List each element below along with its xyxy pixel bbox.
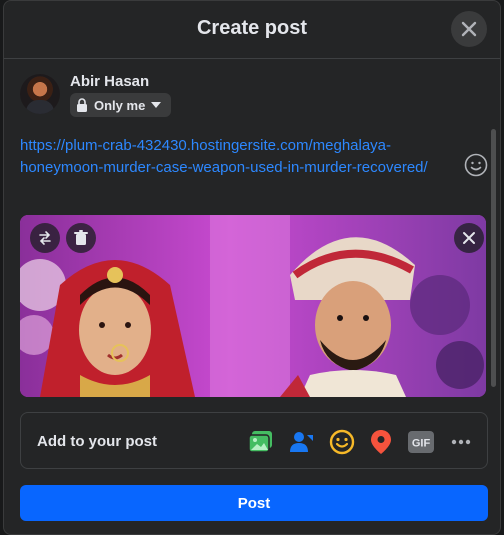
close-button[interactable]: [451, 11, 487, 47]
location-icon: [371, 430, 391, 454]
dialog-header: Create post: [4, 1, 500, 59]
privacy-selector-button[interactable]: Only me: [70, 93, 172, 117]
remove-preview-button[interactable]: [454, 223, 484, 253]
close-icon: [461, 21, 477, 37]
delete-button[interactable]: [66, 223, 96, 253]
avatar: [20, 74, 60, 114]
photo-video-button[interactable]: [246, 427, 276, 457]
tag-people-icon: [290, 432, 313, 452]
check-in-button[interactable]: [366, 427, 396, 457]
link-preview-image: [20, 215, 486, 397]
smiley-icon: [464, 153, 488, 177]
swap-icon: [39, 231, 51, 245]
feeling-activity-button[interactable]: [327, 427, 357, 457]
photo-video-icon: [248, 431, 272, 453]
add-to-post-bar: Add to your post GIF: [20, 412, 488, 469]
gif-icon: GIF: [408, 431, 434, 453]
feeling-icon: [329, 429, 355, 455]
post-text-input[interactable]: https://plum-crab-432430.hostingersite.c…: [20, 135, 460, 179]
user-name: Abir Hasan: [70, 73, 150, 90]
emoji-button[interactable]: [464, 153, 488, 177]
swap-button[interactable]: [30, 223, 60, 253]
gif-button[interactable]: GIF: [406, 427, 436, 457]
post-button[interactable]: Post: [20, 485, 488, 521]
create-post-dialog: Create post Abir Hasan Only me https://p…: [3, 0, 501, 535]
lock-icon: [77, 98, 87, 112]
privacy-label: Only me: [94, 97, 146, 113]
caret-down-icon: [151, 102, 162, 108]
dialog-title: Create post: [196, 17, 308, 39]
add-to-post-label: Add to your post: [37, 433, 157, 450]
more-options-button[interactable]: [446, 427, 476, 457]
scrollbar[interactable]: [491, 129, 496, 387]
tag-people-button[interactable]: [287, 427, 317, 457]
trash-icon: [74, 230, 88, 245]
close-icon: [463, 232, 475, 244]
svg-text:GIF: GIF: [412, 438, 431, 450]
more-icon: [451, 439, 471, 445]
